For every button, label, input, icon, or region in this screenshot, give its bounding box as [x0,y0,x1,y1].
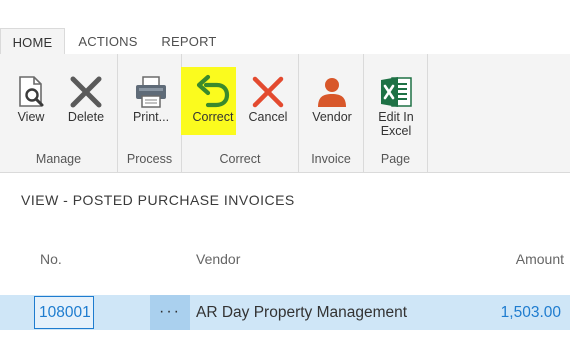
row-menu-button[interactable]: ··· [150,295,190,330]
table-row[interactable]: 108001 ··· AR Day Property Management 1,… [0,295,570,330]
cancel-button-label: Cancel [248,110,288,124]
excel-icon [381,77,412,107]
delete-button-label: Delete [67,110,105,124]
vendor-button[interactable]: Vendor [304,54,360,146]
edit-in-excel-button[interactable]: Edit In Excel [368,54,424,146]
column-header-amount[interactable]: Amount [420,251,564,267]
tab-actions[interactable]: ACTIONS [72,28,144,55]
group-label-process: Process [126,152,173,166]
tab-home[interactable]: HOME [0,28,65,55]
view-button-label: View [17,110,45,124]
delete-x-icon [70,76,102,108]
print-button-label: Print... [132,110,170,124]
undo-arrow-icon [196,74,230,108]
vendor-name-cell: AR Day Property Management [196,304,408,321]
group-label-correct: Correct [219,152,261,166]
view-button[interactable]: View [4,54,58,146]
group-manage: View Delete Manage [0,54,118,172]
delete-button[interactable]: Delete [60,54,112,146]
amount-link[interactable]: 1,503.00 [420,296,561,329]
column-header-vendor[interactable]: Vendor [196,251,240,267]
tab-report[interactable]: REPORT [155,28,223,55]
group-process: Print... Process [118,54,182,172]
group-invoice: Vendor Invoice [299,54,364,172]
group-label-invoice: Invoice [311,152,351,166]
print-button[interactable]: Print... [124,54,178,146]
group-label-manage: Manage [35,152,82,166]
view-document-icon [19,76,44,107]
page-title: VIEW - POSTED PURCHASE INVOICES [21,192,295,208]
cancel-button[interactable]: Cancel [242,54,294,146]
edit-in-excel-button-label: Edit In Excel [368,110,424,138]
cancel-x-icon [252,76,284,108]
group-label-page: Page [380,152,411,166]
group-page: Edit In Excel Page [364,54,428,172]
ribbon-tabs: HOME ACTIONS REPORT [0,0,570,55]
printer-icon [136,76,166,108]
correct-button[interactable]: Correct [184,54,242,146]
correct-button-label: Correct [192,110,234,124]
vendor-button-label: Vendor [312,110,352,124]
invoice-number-link[interactable]: 108001 [34,296,94,329]
person-icon [318,78,346,107]
column-header-no[interactable]: No. [40,251,62,267]
edit-in-excel-label-line-1: Edit In [378,110,414,124]
edit-in-excel-label-line-2: Excel [380,124,412,138]
